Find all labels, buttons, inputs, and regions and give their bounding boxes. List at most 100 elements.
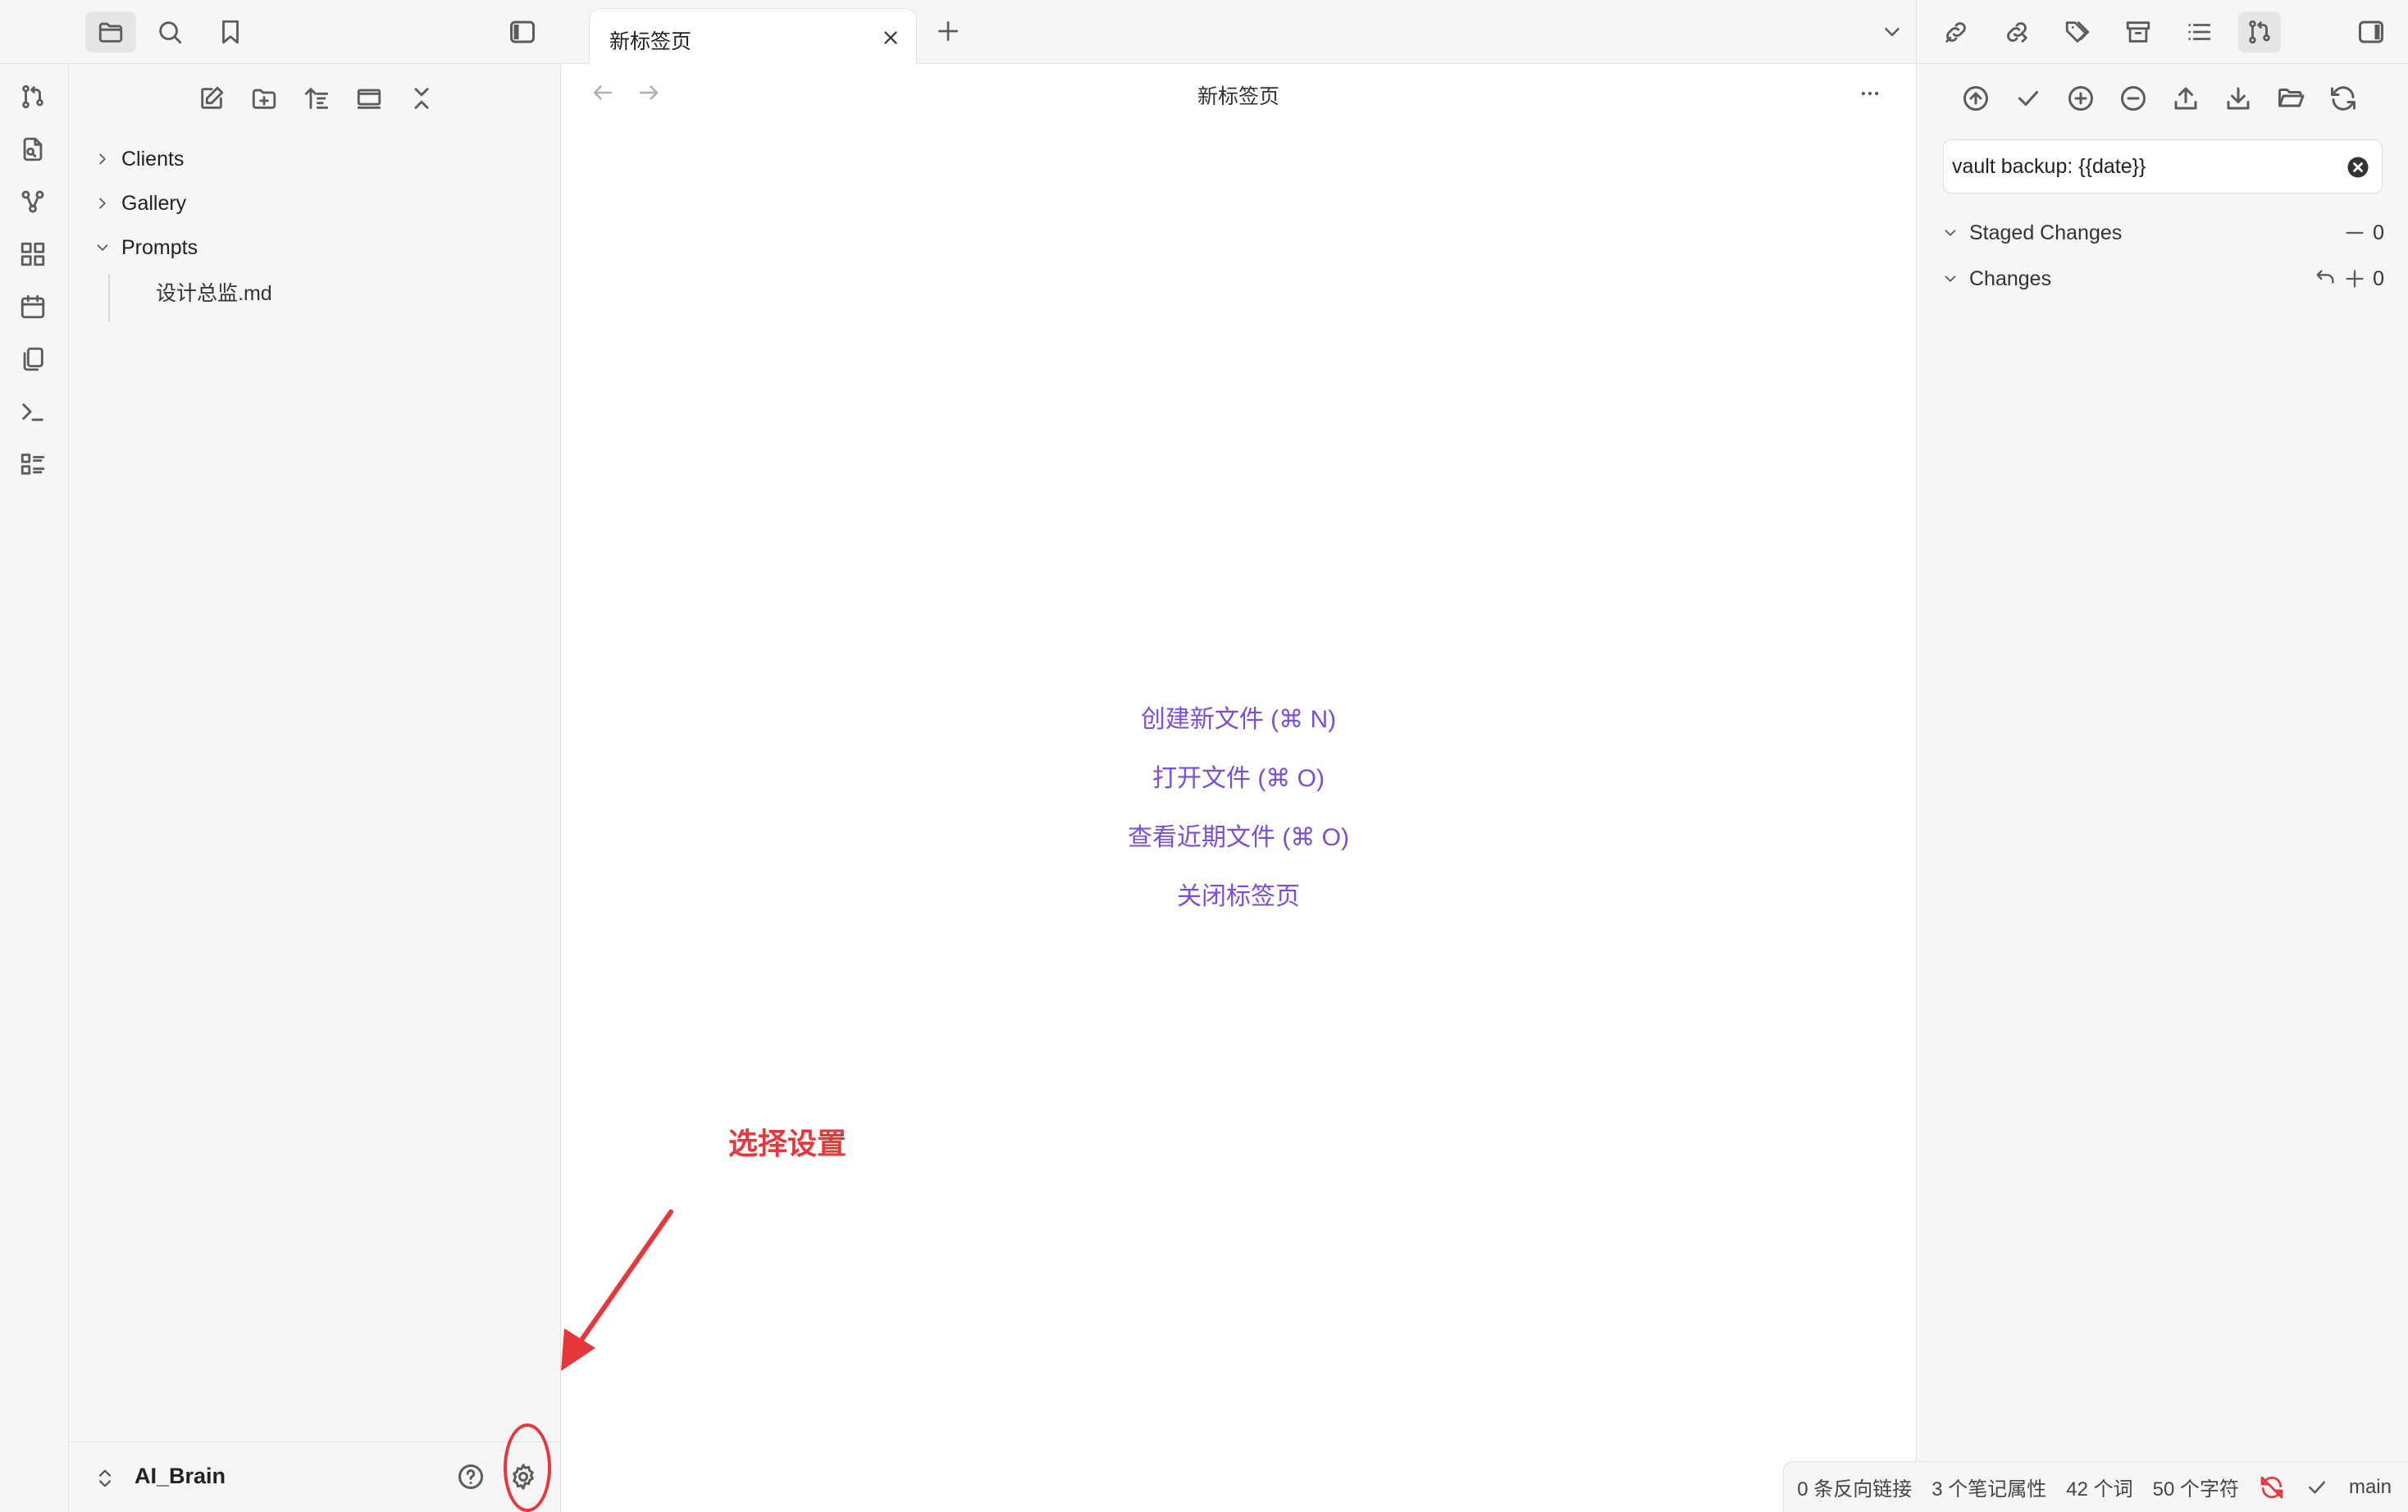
- terminal-icon: [22, 403, 43, 421]
- chevron-down-icon: [1945, 276, 1956, 282]
- close-tab-label[interactable]: 关闭标签页: [1177, 883, 1300, 910]
- folder-prompts[interactable]: Prompts: [93, 230, 198, 266]
- close-icon[interactable]: [880, 27, 901, 48]
- annotation-label: 选择设置: [728, 1127, 847, 1160]
- bookmarks-tab[interactable]: [205, 11, 256, 52]
- change-layout-button[interactable]: [2273, 80, 2309, 116]
- check-icon: [2018, 91, 2038, 106]
- folder-icon: [98, 22, 123, 43]
- create-new-file-link[interactable]: 创建新文件 (⌘ N): [561, 699, 1916, 735]
- staged-count-group: 0: [2343, 221, 2384, 245]
- editor-pane: 新标签页 创建新文件 (⌘ N) 打开文件 (⌘ O) 查看近期文件 (⌘ O)…: [561, 64, 1916, 1512]
- new-note-button[interactable]: [192, 80, 231, 116]
- create-new-file-label[interactable]: 创建新文件 (⌘ N): [1141, 706, 1336, 733]
- sort-button[interactable]: [297, 80, 336, 116]
- ribbon-command-button[interactable]: [16, 395, 49, 428]
- ribbon-file-search-button[interactable]: [16, 133, 49, 166]
- stage-all-button[interactable]: [2063, 80, 2099, 116]
- backlinks-tab[interactable]: [1935, 11, 1977, 52]
- folder-label: Prompts: [121, 235, 198, 259]
- sync-error-icon[interactable]: [2259, 1474, 2285, 1501]
- chevron-updown-icon[interactable]: [93, 1467, 116, 1490]
- outgoing-links-tab[interactable]: [1995, 11, 2038, 52]
- calendar-icon: [21, 294, 45, 319]
- changes-count: 0: [2373, 266, 2384, 290]
- vault-name[interactable]: AI_Brain: [135, 1464, 226, 1489]
- ribbon-outline-button[interactable]: [16, 448, 49, 480]
- outgoing-links-icon: [2007, 22, 2027, 43]
- collapse-left-sidebar-button[interactable]: [497, 11, 548, 52]
- recent-files-label[interactable]: 查看近期文件 (⌘ O): [1128, 824, 1349, 851]
- clear-icon[interactable]: [2346, 155, 2370, 180]
- copy-icon: [23, 347, 43, 371]
- ribbon-graph-button[interactable]: [16, 185, 49, 218]
- ribbon-canvas-button[interactable]: [16, 238, 49, 271]
- upload-icon: [2174, 87, 2197, 110]
- source-control-tab[interactable]: [2238, 11, 2281, 52]
- right-sidebar-header: [1916, 0, 2408, 64]
- annotation-circle: [504, 1423, 551, 1512]
- discard-undo-icon[interactable]: [2314, 267, 2337, 290]
- word-count: 42 个词: [2066, 1478, 2133, 1501]
- vault-switcher-bar: AI_Brain: [69, 1441, 561, 1512]
- commit-and-sync-button[interactable]: [1958, 80, 1994, 116]
- git-branch-name[interactable]: main: [2349, 1476, 2392, 1499]
- tab-new[interactable]: 新标签页: [589, 8, 917, 64]
- commit-button[interactable]: [2010, 80, 2046, 116]
- backlinks-icon: [1945, 22, 1966, 43]
- auto-reveal-icon: [357, 89, 381, 109]
- tags-icon: [2065, 21, 2090, 43]
- help-icon[interactable]: [456, 1462, 486, 1492]
- sidebar-toggle-icon: [2359, 20, 2383, 43]
- bookmark-icon: [222, 20, 239, 44]
- push-button[interactable]: [2168, 80, 2204, 116]
- sidebar-toggle-icon: [510, 20, 535, 43]
- properties-count[interactable]: 3 个笔记属性: [1931, 1473, 2046, 1501]
- chevron-right-icon: [99, 198, 106, 209]
- open-file-label[interactable]: 打开文件 (⌘ O): [1152, 765, 1325, 792]
- ribbon-templates-button[interactable]: [16, 343, 49, 376]
- outline-tab[interactable]: [2178, 11, 2220, 52]
- chevron-down-icon[interactable]: [1880, 20, 1904, 44]
- plus-icon[interactable]: [935, 18, 961, 44]
- more-options-icon[interactable]: [1857, 82, 1883, 105]
- chevron-right-icon: [99, 153, 106, 165]
- annotation-arrow: [561, 1209, 673, 1371]
- backlinks-count[interactable]: 0 条反向链接: [1797, 1473, 1912, 1501]
- search-tab[interactable]: [144, 11, 195, 52]
- staged-changes-section[interactable]: Staged Changes 0: [1941, 215, 2391, 251]
- stage-plus-icon[interactable]: [2343, 267, 2366, 290]
- open-file-link[interactable]: 打开文件 (⌘ O): [561, 758, 1916, 794]
- ribbon-git-button[interactable]: [16, 80, 49, 113]
- file-explorer-tab[interactable]: [85, 11, 136, 52]
- chevron-down-icon: [1945, 230, 1956, 236]
- close-tab-link[interactable]: 关闭标签页: [561, 876, 1916, 912]
- ribbon-daily-note-button[interactable]: [16, 290, 49, 323]
- left-sidebar-header: [0, 0, 561, 64]
- folder-clients[interactable]: Clients: [93, 141, 184, 177]
- char-count: 50 个字符: [2152, 1478, 2239, 1501]
- sort-icon: [304, 88, 329, 109]
- ribbon: [0, 64, 69, 1512]
- archive-tab[interactable]: [2117, 11, 2159, 52]
- recent-files-link[interactable]: 查看近期文件 (⌘ O): [561, 817, 1916, 853]
- refresh-button[interactable]: [2325, 80, 2361, 116]
- changes-section[interactable]: Changes 0: [1941, 261, 2391, 297]
- outline-icon: [2188, 24, 2211, 40]
- unstage-all-button[interactable]: [2115, 80, 2151, 116]
- folder-label: Gallery: [121, 191, 187, 215]
- collapse-all-button[interactable]: [402, 80, 441, 116]
- tags-tab[interactable]: [2056, 11, 2099, 52]
- pull-button[interactable]: [2220, 80, 2256, 116]
- folder-gallery[interactable]: Gallery: [93, 185, 186, 221]
- auto-reveal-button[interactable]: [349, 80, 389, 116]
- unstage-minus-icon[interactable]: [2343, 221, 2366, 244]
- commit-message-input[interactable]: [1952, 150, 2337, 183]
- collapse-right-sidebar-button[interactable]: [2350, 11, 2392, 52]
- file-label: 设计总监.md: [156, 282, 272, 305]
- staged-count: 0: [2373, 221, 2384, 244]
- file-item[interactable]: 设计总监.md: [156, 274, 272, 310]
- new-folder-button[interactable]: [244, 80, 284, 116]
- list-icon: [21, 453, 45, 475]
- status-bar: 0 条反向链接 3 个笔记属性 42 个词 50 个字符 main: [1783, 1461, 2408, 1512]
